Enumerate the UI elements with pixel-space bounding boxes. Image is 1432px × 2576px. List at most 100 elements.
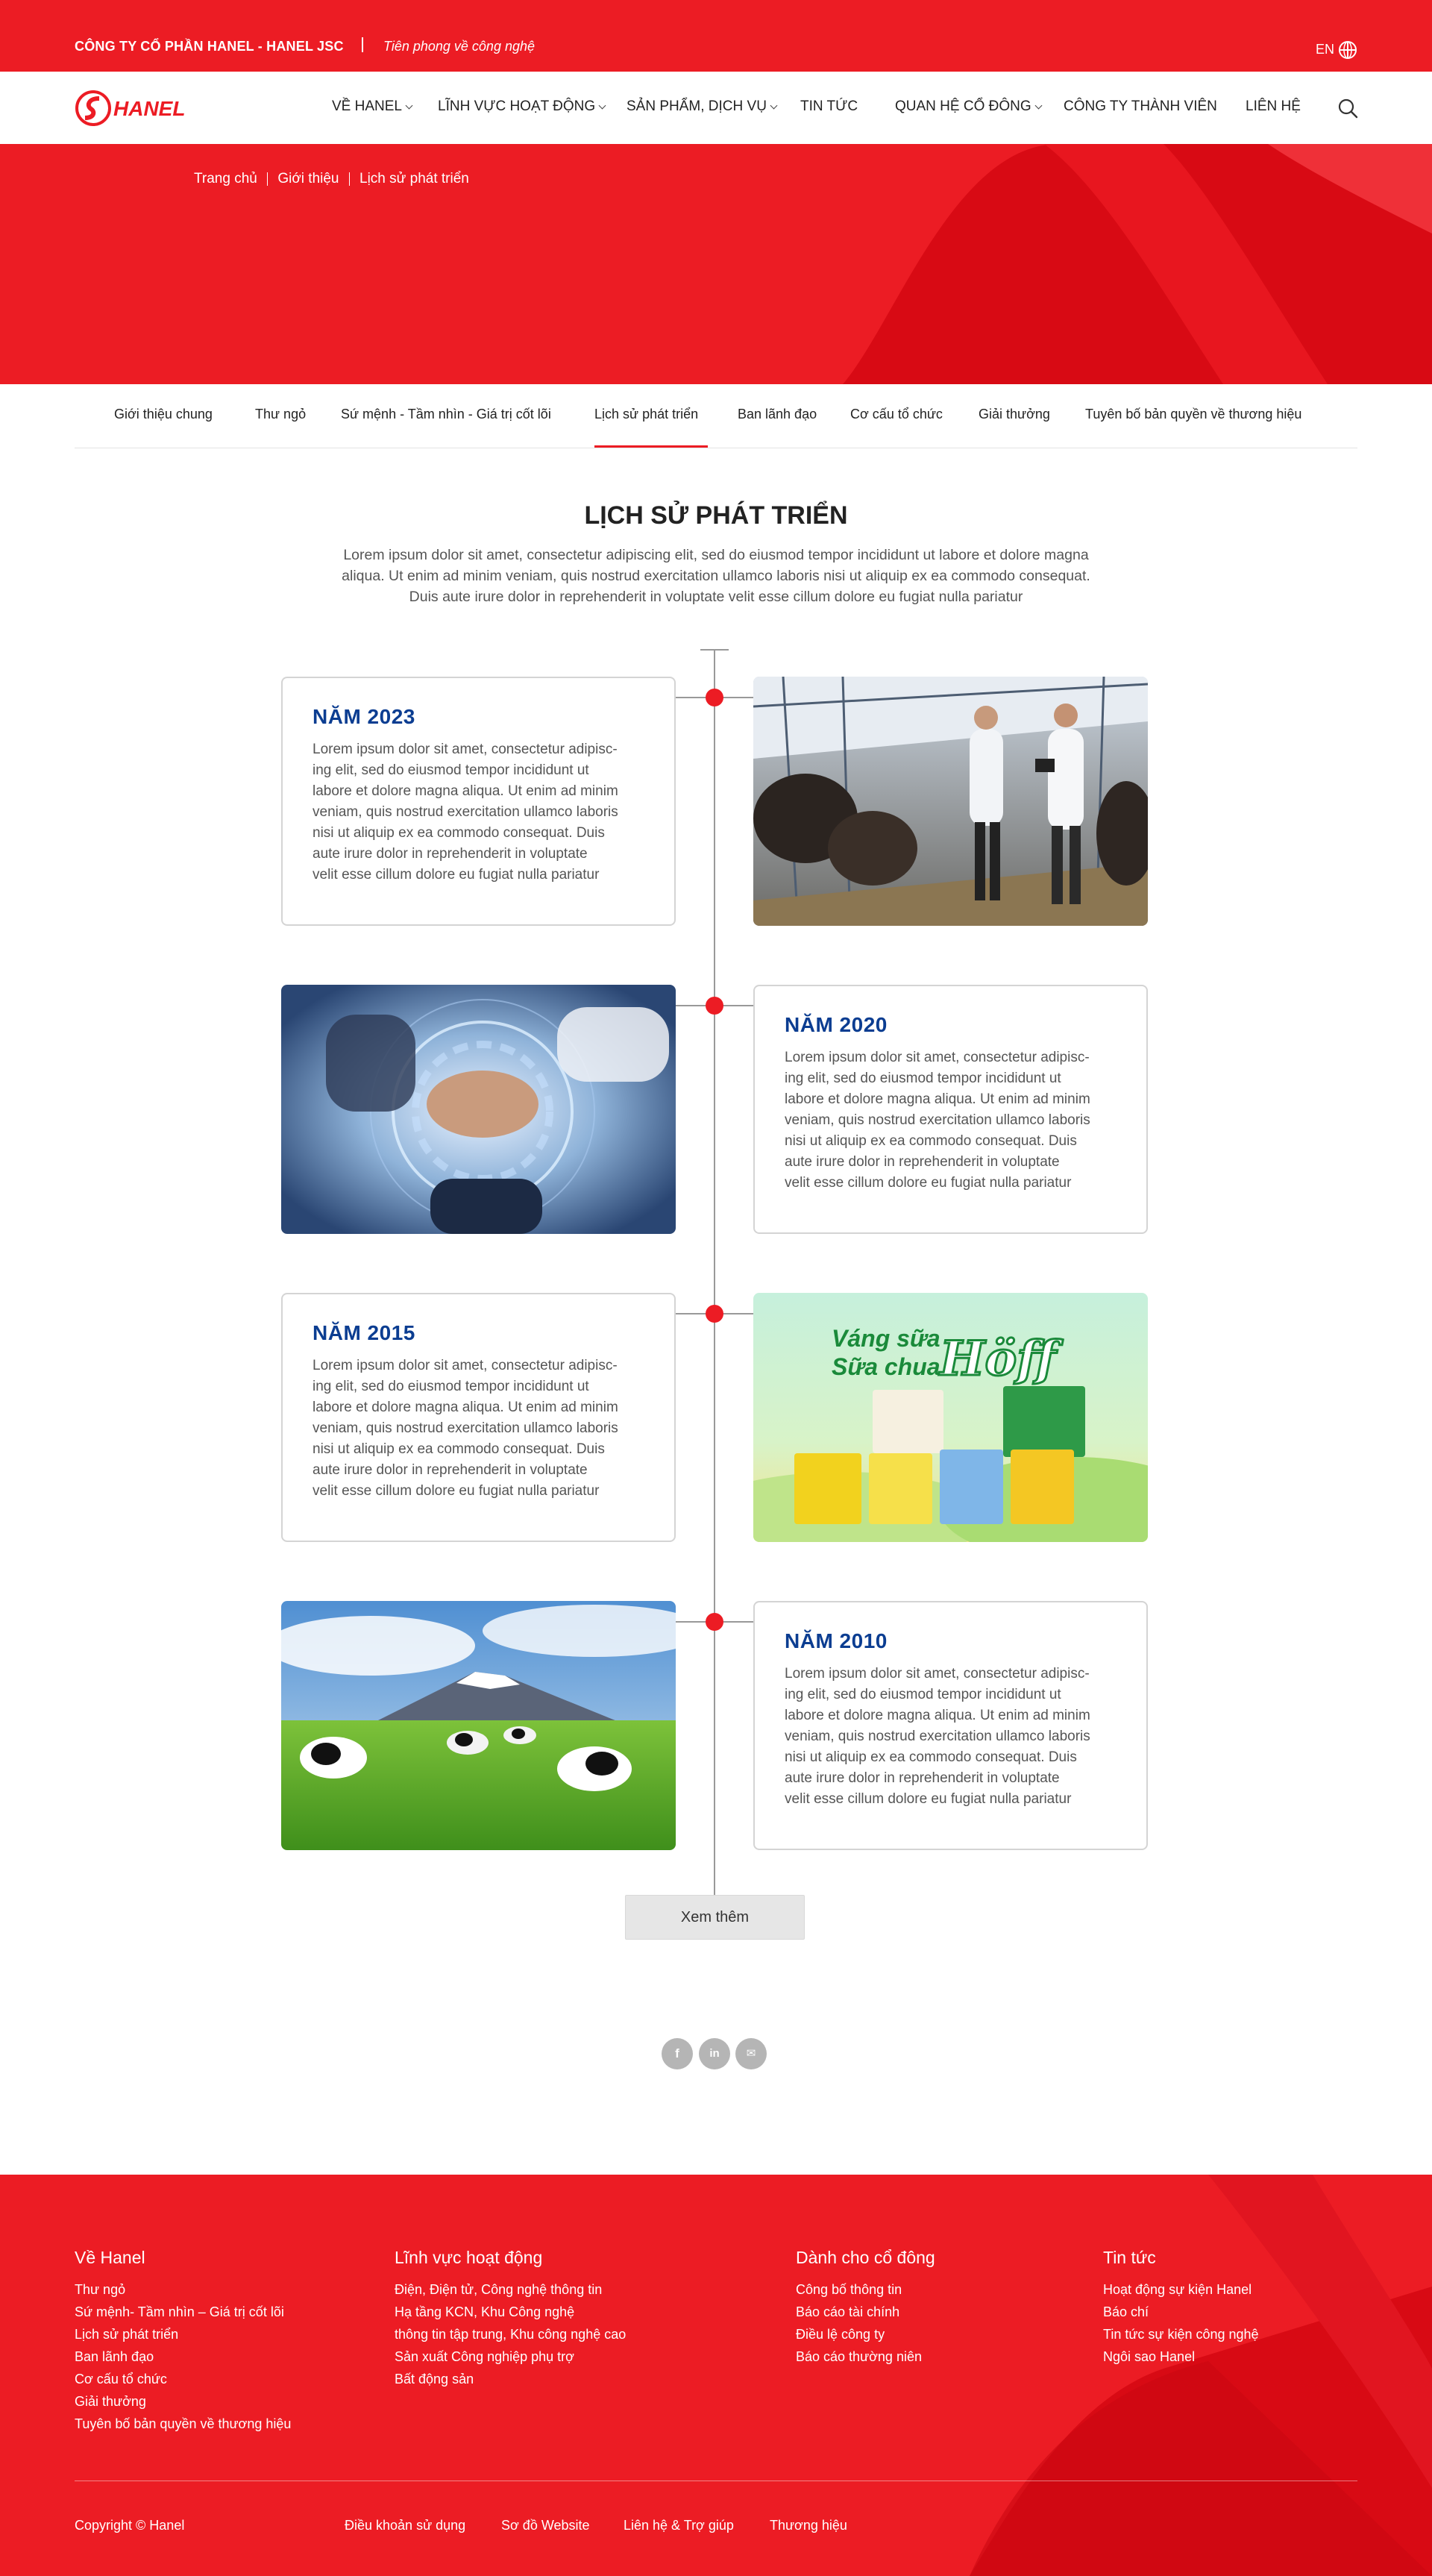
timeline-year: NĂM 2010 xyxy=(785,1629,888,1652)
copyright: Copyright © Hanel xyxy=(75,2518,185,2533)
timeline-card-2010: NĂM 2010 Lorem ipsum dolor sit amet, con… xyxy=(753,1601,1148,1850)
ad-brand: Höff xyxy=(938,1331,1064,1387)
timeline-year: NĂM 2023 xyxy=(313,705,415,728)
tab-gioi-thieu-chung[interactable]: Giới thiệu chung xyxy=(114,407,213,422)
footer-link[interactable]: Thư ngỏ xyxy=(75,2278,291,2301)
hoff-product-ad: Váng sữa Sữa chua Höff xyxy=(753,1293,1148,1542)
site-footer: Về Hanel Thư ngỏ Sứ mệnh- Tầm nhìn – Giá… xyxy=(0,2175,1432,2576)
menu-item-san-pham[interactable]: SẢN PHẨM, DỊCH VỤ xyxy=(626,98,800,115)
footer-heading: Tin tức xyxy=(1103,2248,1156,2267)
section-intro: Lorem ipsum dolor sit amet, consectetur … xyxy=(342,547,1090,605)
tab-su-menh[interactable]: Sứ mệnh - Tầm nhìn - Giá trị cốt lõi xyxy=(341,407,551,422)
footer-col-ve-hanel: Về Hanel Thư ngỏ Sứ mệnh- Tầm nhìn – Giá… xyxy=(75,2248,291,2435)
footer-link[interactable]: Tuyên bố bản quyền về thương hiệu xyxy=(75,2413,291,2435)
tab-co-cau-to-chuc[interactable]: Cơ cấu tổ chức xyxy=(850,407,943,422)
logo-text: HANEL xyxy=(113,97,185,120)
teamwork-hands-photo xyxy=(281,985,676,1234)
tab-giai-thuong[interactable]: Giải thưởng xyxy=(979,407,1050,422)
footer-link[interactable]: Báo cáo thường niên xyxy=(796,2345,935,2368)
tab-lich-su-phat-trien[interactable]: Lịch sử phát triển xyxy=(594,407,698,422)
footer-link[interactable]: Lịch sử phát triển xyxy=(75,2323,291,2345)
breadcrumb-gioi-thieu[interactable]: Giới thiệu xyxy=(277,171,339,187)
linkedin-icon[interactable]: in xyxy=(699,2038,730,2069)
timeline-axis xyxy=(714,649,715,1896)
company-slogan: Tiên phong về công nghệ xyxy=(383,39,536,54)
footer-link[interactable]: Tin tức sự kiện công nghệ xyxy=(1103,2323,1259,2345)
hanel-logo[interactable]: HANEL xyxy=(75,90,224,127)
timeline-card-2020: NĂM 2020 Lorem ipsum dolor sit amet, con… xyxy=(753,985,1148,1234)
footer-link[interactable]: Hạ tầng KCN, Khu Công nghệ xyxy=(395,2301,626,2323)
footer-link[interactable]: Công bố thông tin xyxy=(796,2278,935,2301)
breadcrumb-current: Lịch sử phát triển xyxy=(359,171,469,187)
active-tab-indicator xyxy=(594,445,708,448)
topbar-divider xyxy=(362,37,363,52)
chevron-down-icon xyxy=(405,101,413,109)
footer-link[interactable]: Điều lệ công ty xyxy=(796,2323,935,2345)
footer-bottom-link[interactable]: Điều khoản sử dụng xyxy=(345,2518,465,2533)
company-name: CÔNG TY CỔ PHẦN HANEL - HANEL JSC xyxy=(75,39,344,54)
menu-item-ve-hanel[interactable]: VỀ HANEL xyxy=(332,98,438,115)
cows-pasture-photo xyxy=(281,1601,676,1850)
timeline-year: NĂM 2020 xyxy=(785,1013,888,1036)
footer-heading: Lĩnh vực hoạt động xyxy=(395,2248,543,2267)
timeline-year: NĂM 2015 xyxy=(313,1321,415,1344)
top-bar: CÔNG TY CỔ PHẦN HANEL - HANEL JSC Tiên p… xyxy=(0,0,1432,72)
footer-link[interactable]: Ngôi sao Hanel xyxy=(1103,2345,1259,2368)
menu-item-quan-he-co-dong[interactable]: QUAN HỆ CỔ ĐÔNG xyxy=(895,98,1064,115)
footer-col-co-dong: Dành cho cổ đông Công bố thông tin Báo c… xyxy=(796,2248,935,2368)
footer-link[interactable]: Bất động sản xyxy=(395,2368,626,2390)
mail-icon[interactable]: ✉ xyxy=(735,2038,767,2069)
chevron-down-icon xyxy=(770,101,778,109)
footer-heading: Về Hanel xyxy=(75,2248,145,2267)
menu-item-lien-he[interactable]: LIÊN HỆ xyxy=(1246,98,1301,115)
footer-link[interactable]: Giải thưởng xyxy=(75,2390,291,2413)
footer-link[interactable]: Báo chí xyxy=(1103,2301,1259,2323)
tab-ban-lanh-dao[interactable]: Ban lãnh đạo xyxy=(738,407,817,422)
footer-link[interactable]: Sản xuất Công nghiệp phụ trợ xyxy=(395,2345,626,2368)
footer-link[interactable]: thông tin tập trung, Khu công nghệ cao xyxy=(395,2323,626,2345)
breadcrumb-home[interactable]: Trang chủ xyxy=(194,171,257,187)
timeline-card-2023: NĂM 2023 Lorem ipsum dolor sit amet, con… xyxy=(281,677,676,926)
footer-link[interactable]: Báo cáo tài chính xyxy=(796,2301,935,2323)
language-switch[interactable]: EN xyxy=(1316,42,1334,57)
timeline-text: Lorem ipsum dolor sit amet, consectetur … xyxy=(785,1050,1090,1191)
ad-line-1: Váng sữa xyxy=(832,1325,940,1352)
section-title: LỊCH SỬ PHÁT TRIỂN xyxy=(584,501,848,530)
load-more-button[interactable]: Xem thêm xyxy=(625,1895,805,1940)
footer-bottom-link[interactable]: Thương hiệu xyxy=(770,2518,847,2533)
timeline-dot xyxy=(706,1305,723,1323)
footer-heading: Dành cho cổ đông xyxy=(796,2248,935,2267)
timeline-dot xyxy=(706,689,723,706)
main-menu: VỀ HANEL LĨNH VỰC HOẠT ĐỘNG SẢN PHẨM, DỊ… xyxy=(332,98,1301,115)
footer-link[interactable]: Điện, Điện tử, Công nghệ thông tin xyxy=(395,2278,626,2301)
timeline-text: Lorem ipsum dolor sit amet, consectetur … xyxy=(313,1358,618,1499)
footer-col-linh-vuc: Lĩnh vực hoạt động Điện, Điện tử, Công n… xyxy=(395,2248,626,2390)
ad-line-2: Sữa chua xyxy=(832,1353,940,1380)
main-navbar: HANEL VỀ HANEL LĨNH VỰC HOẠT ĐỘNG SẢN PH… xyxy=(0,72,1432,144)
footer-link[interactable]: Cơ cấu tổ chức xyxy=(75,2368,291,2390)
globe-icon[interactable] xyxy=(1338,40,1357,60)
chevron-down-icon xyxy=(1034,101,1043,109)
menu-item-cong-ty-thanh-vien[interactable]: CÔNG TY THÀNH VIÊN xyxy=(1064,98,1246,115)
about-subnav: Giới thiệu chung Thư ngỏ Sứ mệnh - Tầm n… xyxy=(75,384,1357,448)
footer-link[interactable]: Hoạt động sự kiện Hanel xyxy=(1103,2278,1259,2301)
menu-item-linh-vuc[interactable]: LĨNH VỰC HOẠT ĐỘNG xyxy=(438,98,626,115)
tab-tuyen-bo-ban-quyen[interactable]: Tuyên bố bản quyền về thương hiệu xyxy=(1085,407,1301,422)
footer-bottom-link[interactable]: Liên hệ & Trợ giúp xyxy=(624,2518,734,2533)
menu-item-tin-tuc[interactable]: TIN TỨC xyxy=(800,98,895,115)
timeline-dot xyxy=(706,1613,723,1631)
footer-bottom-link[interactable]: Sơ đồ Website xyxy=(501,2518,590,2533)
facebook-icon[interactable]: f xyxy=(662,2038,693,2069)
breadcrumb: Trang chủ Giới thiệu Lịch sử phát triển xyxy=(194,171,469,187)
footer-link[interactable]: Ban lãnh đạo xyxy=(75,2345,291,2368)
timeline-dot xyxy=(706,997,723,1015)
timeline-card-2015: NĂM 2015 Lorem ipsum dolor sit amet, con… xyxy=(281,1293,676,1542)
timeline-text: Lorem ipsum dolor sit amet, consectetur … xyxy=(313,742,618,883)
tab-thu-ngo[interactable]: Thư ngỏ xyxy=(255,407,306,422)
footer-link[interactable]: Sứ mệnh- Tầm nhìn – Giá trị cốt lõi xyxy=(75,2301,291,2323)
timeline-text: Lorem ipsum dolor sit amet, consectetur … xyxy=(785,1666,1090,1807)
hero-banner: Trang chủ Giới thiệu Lịch sử phát triển xyxy=(0,144,1432,384)
dairy-farm-photo xyxy=(753,677,1148,926)
footer-col-tin-tuc: Tin tức Hoạt động sự kiện Hanel Báo chí … xyxy=(1103,2248,1259,2368)
search-icon[interactable] xyxy=(1337,97,1359,119)
